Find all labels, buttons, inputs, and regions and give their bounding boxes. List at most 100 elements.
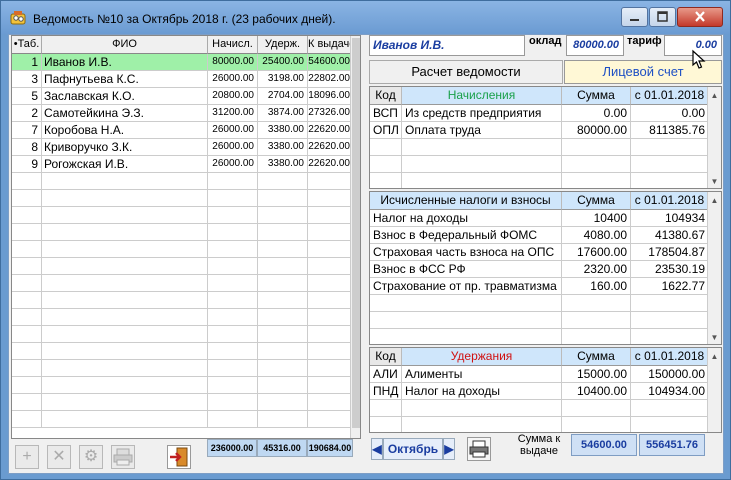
taxes-cell-name: Налог на доходы [370,210,562,227]
col-header-uder[interactable]: Удерж. [258,36,308,54]
grid-cell-vyd [308,190,354,207]
deductions-cell-sum: 10400.00 [562,383,631,400]
grid-cell-tab [12,343,42,360]
scroll-up-icon[interactable]: ▲ [708,350,721,363]
scroll-down-icon[interactable]: ▼ [708,331,721,344]
deductions-cell-name: Налог на доходы [402,383,562,400]
grid-cell-vyd [308,275,354,292]
grid-cell-uder: 3874.00 [258,105,308,122]
settings-button[interactable]: ⚙ [79,445,103,469]
accruals-cell-ytd [631,139,709,156]
deductions-scrollbar[interactable]: ▲ [707,348,721,432]
col-header-nach[interactable]: Начисл. [208,36,258,54]
print-button[interactable] [467,437,491,461]
oklad-field: 80000.00 [566,35,624,56]
grid-scroll-thumb[interactable] [352,38,360,428]
grid-cell-vyd: 22620.00 [308,122,354,139]
exit-button[interactable] [167,445,191,469]
delete-button[interactable]: ✕ [47,445,71,469]
grid-cell-nach [208,207,258,224]
accruals-cell-name: Из средств предприятия [402,105,562,122]
grid-cell-tab [12,207,42,224]
accruals-cell-ytd: 811385.76 [631,122,709,139]
month-field[interactable]: Октябрь [383,438,443,460]
grid-cell-nach [208,190,258,207]
taxes-cell-ytd: 178504.87 [631,244,709,261]
taxes-cell-sum: 4080.00 [562,227,631,244]
accruals-cell-code [370,156,402,173]
total-vyd: 190684.00 [307,439,353,457]
deductions-cell-code [370,400,402,417]
grid-cell-tab: 5 [12,88,42,105]
deductions-cell-sum: 15000.00 [562,366,631,383]
taxes-scrollbar[interactable]: ▲ ▼ [707,192,721,344]
grid-cell-fio [42,326,208,343]
grid-cell-nach [208,173,258,190]
grid-cell-nach [208,343,258,360]
accruals-cell-ytd [631,156,709,173]
grid-cell-uder [258,411,308,428]
print-button-disabled[interactable] [111,445,135,469]
grid-cell-tab [12,224,42,241]
taxes-cell-ytd [631,329,709,344]
grid-cell-vyd: 27326.00 [308,105,354,122]
col-header-fio[interactable]: ФИО [42,36,208,54]
grid-scrollbar[interactable] [350,36,360,438]
accruals-cell-name: Оплата труда [402,122,562,139]
grid-cell-nach: 80000.00 [208,54,258,71]
oklad-label: оклад [529,35,562,47]
taxes-cell-ytd: 41380.67 [631,227,709,244]
col-header-vyd[interactable]: К выдаче [308,36,354,54]
grid-cell-uder: 3380.00 [258,139,308,156]
deductions-table[interactable]: Код Удержания Сумма с 01.01.2018 АЛИ Алим… [369,347,722,433]
taxes-table[interactable]: Исчисленные налоги и взносы Сумма с 01.0… [369,191,722,345]
accruals-scrollbar[interactable]: ▲ ▼ [707,87,721,188]
grid-cell-tab: 8 [12,139,42,156]
taxes-cell-ytd: 104934 [631,210,709,227]
total-to-pay: 54600.00 [571,434,637,456]
taxes-cell-sum [562,312,631,329]
accruals-table[interactable]: Код Начисления Сумма с 01.01.2018 ВСП Из … [369,86,722,189]
scroll-up-icon[interactable]: ▲ [708,89,721,102]
accruals-cell-sum [562,139,631,156]
taxes-header-name: Исчисленные налоги и взносы [370,192,562,210]
minimize-button[interactable] [621,7,648,27]
grid-cell-nach [208,224,258,241]
title-bar[interactable]: Ведомость №10 за Октябрь 2018 г. (23 раб… [1,1,730,34]
taxes-cell-name [370,329,562,344]
scroll-up-icon[interactable]: ▲ [708,194,721,207]
grid-cell-tab [12,394,42,411]
grid-cell-tab [12,377,42,394]
grid-cell-vyd [308,343,354,360]
taxes-cell-ytd [631,312,709,329]
plus-icon: + [22,448,32,465]
grid-cell-fio [42,207,208,224]
taxes-cell-name: Страховая часть взноса на ОПС [370,244,562,261]
grid-cell-tab: 2 [12,105,42,122]
grid-cell-uder: 3380.00 [258,156,308,173]
grid-cell-nach [208,275,258,292]
grid-cell-uder: 2704.00 [258,88,308,105]
accruals-cell-name [402,139,562,156]
add-button[interactable]: + [15,445,39,469]
grid-cell-fio [42,190,208,207]
deductions-cell-name: Алименты [402,366,562,383]
deductions-cell-name [402,417,562,432]
grid-cell-tab [12,411,42,428]
close-button[interactable] [677,7,723,27]
calc-statement-button[interactable]: Расчет ведомости [369,60,563,84]
col-header-tab[interactable]: •Таб. [12,36,42,54]
maximize-button[interactable] [649,7,676,27]
grid-cell-vyd: 18096.00 [308,88,354,105]
grid-cell-vyd [308,377,354,394]
grid-cell-tab [12,173,42,190]
employees-grid[interactable]: •Таб. ФИО Начисл. Удерж. К выдаче 1 Ивано… [11,35,361,439]
prev-month-button[interactable]: ◀ [371,438,383,460]
exit-door-icon [170,447,188,467]
next-month-button[interactable]: ▶ [443,438,455,460]
app-window: Ведомость №10 за Октябрь 2018 г. (23 раб… [0,0,731,480]
taxes-header-sum: Сумма [562,192,631,210]
scroll-down-icon[interactable]: ▼ [708,175,721,188]
grid-cell-fio [42,173,208,190]
grid-cell-fio: Иванов И.В. [42,54,208,71]
